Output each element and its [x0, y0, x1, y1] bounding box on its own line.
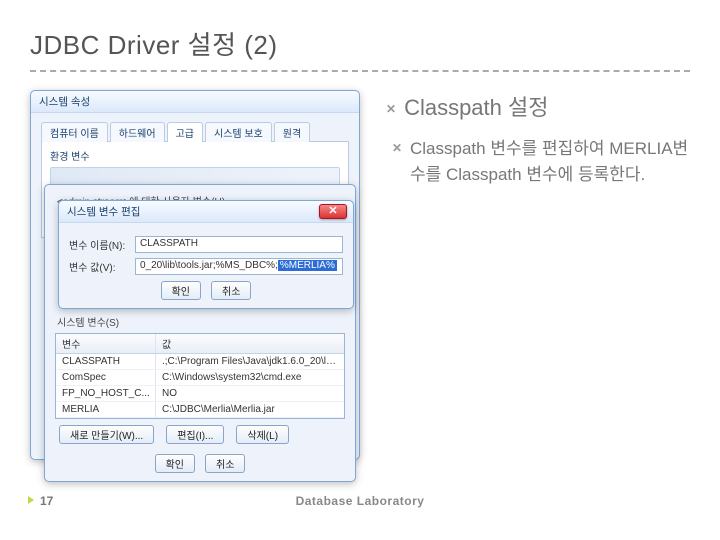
tab-advanced[interactable]: 고급: [167, 122, 203, 142]
col-variable: 변수: [56, 334, 156, 353]
var-value-prefix: 0_20\lib\tools.jar;%MS_DBC%;: [140, 260, 278, 271]
screenshot-area: 시스템 속성 컴퓨터 이름 하드웨어 고급 시스템 보호 원격 환경 변수: [30, 90, 360, 189]
delete-button[interactable]: 삭제(L): [236, 425, 289, 444]
cell-var: CLASSPATH: [56, 354, 156, 369]
cell-var: FP_NO_HOST_C...: [56, 386, 156, 401]
system-vars-table[interactable]: 변수 값 CLASSPATH .;C:\Program Files\Java\j…: [55, 333, 345, 419]
close-icon[interactable]: ✕: [319, 204, 347, 219]
var-name-input[interactable]: CLASSPATH: [135, 236, 343, 253]
tab-remote[interactable]: 원격: [274, 122, 310, 142]
table-row[interactable]: CLASSPATH .;C:\Program Files\Java\jdk1.6…: [56, 354, 344, 370]
cell-val: C:\JDBC\Merlia\Merlia.jar: [156, 402, 344, 417]
section-body: Classpath 변수를 편집하여 MERLIA변수를 Classpath 변…: [386, 136, 690, 189]
env-vars-section-label: 환경 변수: [50, 148, 340, 163]
dialog-title-text: 시스템 변수 편집: [67, 206, 140, 218]
cell-val: NO: [156, 386, 344, 401]
cell-var: ComSpec: [56, 370, 156, 385]
new-button[interactable]: 새로 만들기(W)...: [59, 425, 154, 444]
title-divider: [30, 70, 690, 72]
table-row[interactable]: FP_NO_HOST_C... NO: [56, 386, 344, 402]
tab-strip: 컴퓨터 이름 하드웨어 고급 시스템 보호 원격: [41, 122, 349, 142]
dialog-ok-button[interactable]: 확인: [161, 281, 201, 300]
edit-button[interactable]: 편집(I)...: [166, 425, 224, 444]
dialog-cancel-button[interactable]: 취소: [211, 281, 251, 300]
tab-hardware[interactable]: 하드웨어: [110, 122, 165, 142]
tab-system-protection[interactable]: 시스템 보호: [205, 122, 272, 142]
slide-footer: 17 Database Laboratory: [0, 494, 720, 514]
edit-variable-dialog: 시스템 변수 편집 ✕ 변수 이름(N): CLASSPATH 변수 값(V):…: [58, 200, 354, 309]
cancel-button[interactable]: 취소: [205, 454, 245, 473]
table-row[interactable]: MERLIA C:\JDBC\Merlia\Merlia.jar: [56, 402, 344, 418]
table-row[interactable]: ComSpec C:\Windows\system32\cmd.exe: [56, 370, 344, 386]
page-number: 17: [40, 494, 53, 508]
cell-var: MERLIA: [56, 402, 156, 417]
var-value-input[interactable]: 0_20\lib\tools.jar;%MS_DBC%;%MERLIA%: [135, 258, 343, 275]
slide-title: JDBC Driver 설정 (2): [30, 25, 690, 62]
var-value-label: 변수 값(V):: [69, 259, 129, 274]
cell-val: .;C:\Program Files\Java\jdk1.6.0_20\lib\…: [156, 354, 344, 369]
table-header: 변수 값: [56, 334, 344, 354]
window-title-text: 시스템 속성: [39, 96, 90, 108]
window-titlebar: 시스템 속성: [31, 91, 359, 113]
tab-computer-name[interactable]: 컴퓨터 이름: [41, 122, 108, 142]
system-vars-caption: 시스템 변수(S): [57, 314, 345, 329]
footer-center-text: Database Laboratory: [296, 494, 425, 508]
var-value-highlight: %MERLIA%: [278, 260, 337, 271]
cell-val: C:\Windows\system32\cmd.exe: [156, 370, 344, 385]
ok-button[interactable]: 확인: [155, 454, 195, 473]
var-name-label: 변수 이름(N):: [69, 237, 129, 252]
section-heading: Classpath 설정: [386, 90, 690, 122]
dialog-titlebar: 시스템 변수 편집 ✕: [59, 201, 353, 223]
col-value: 값: [156, 334, 344, 353]
page-arrow-icon: [28, 496, 34, 504]
